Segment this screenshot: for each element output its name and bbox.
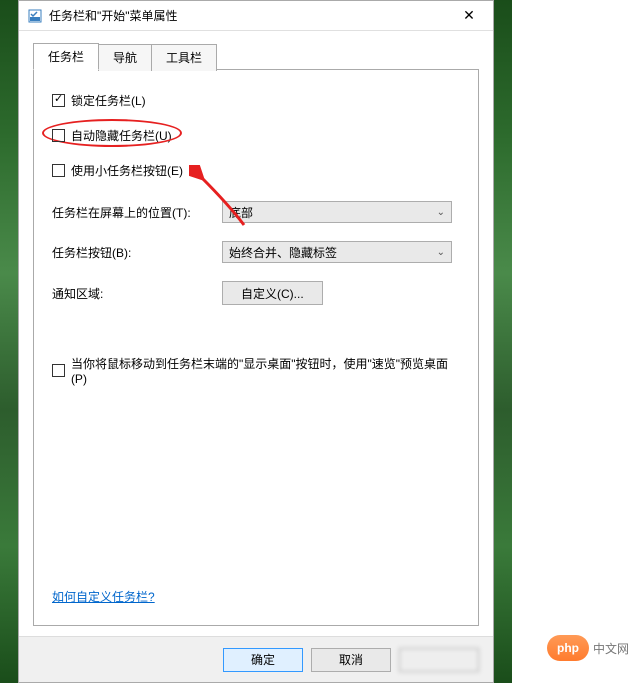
cancel-button[interactable]: 取消 bbox=[311, 648, 391, 672]
watermark: php 中文网 bbox=[547, 635, 629, 661]
checkbox-lock-taskbar[interactable] bbox=[52, 94, 65, 107]
customize-notify-button[interactable]: 自定义(C)... bbox=[222, 281, 323, 305]
tab-taskbar[interactable]: 任务栏 bbox=[33, 43, 99, 70]
dropdown-taskbar-position[interactable]: 底部 ⌄ bbox=[222, 201, 452, 223]
dropdown-value: 底部 bbox=[229, 204, 253, 221]
window-icon bbox=[27, 8, 43, 24]
field-label-buttons: 任务栏按钮(B): bbox=[52, 244, 222, 261]
titlebar-title: 任务栏和"开始"菜单属性 bbox=[49, 7, 449, 24]
checkbox-label[interactable]: 当你将鼠标移动到任务栏末端的"显示桌面"按钮时，使用"速览"预览桌面(P) bbox=[71, 355, 462, 386]
checkbox-row-autohide: 自动隐藏任务栏(U) bbox=[52, 127, 462, 144]
dropdown-taskbar-buttons[interactable]: 始终合并、隐藏标签 ⌄ bbox=[222, 241, 452, 263]
field-row-notify: 通知区域: 自定义(C)... bbox=[52, 281, 462, 305]
dialog-footer: 确定 取消 bbox=[19, 636, 493, 682]
help-link-customize-taskbar[interactable]: 如何自定义任务栏? bbox=[52, 588, 155, 605]
field-row-position: 任务栏在屏幕上的位置(T): 底部 ⌄ bbox=[52, 201, 462, 223]
checkbox-label[interactable]: 使用小任务栏按钮(E) bbox=[71, 162, 183, 179]
close-button[interactable]: ✕ bbox=[449, 3, 489, 29]
checkbox-row-lock: 锁定任务栏(L) bbox=[52, 92, 462, 109]
field-label-position: 任务栏在屏幕上的位置(T): bbox=[52, 204, 222, 221]
tab-content: 锁定任务栏(L) 自动隐藏任务栏(U) 使用小任务栏按钮(E) bbox=[33, 69, 479, 626]
ok-button[interactable]: 确定 bbox=[223, 648, 303, 672]
dropdown-value: 始终合并、隐藏标签 bbox=[229, 244, 337, 261]
tab-label: 任务栏 bbox=[48, 50, 84, 64]
checkbox-row-smallbuttons: 使用小任务栏按钮(E) bbox=[52, 162, 462, 179]
tab-navigation[interactable]: 导航 bbox=[98, 44, 152, 71]
tab-toolbars[interactable]: 工具栏 bbox=[151, 44, 217, 71]
tabs: 任务栏 导航 工具栏 bbox=[33, 43, 479, 70]
taskbar-properties-dialog: 任务栏和"开始"菜单属性 ✕ 任务栏 导航 工具栏 锁定任务栏(L) 自动隐藏任… bbox=[18, 0, 494, 683]
apply-button-blurred[interactable] bbox=[399, 648, 479, 672]
field-row-buttons: 任务栏按钮(B): 始终合并、隐藏标签 ⌄ bbox=[52, 241, 462, 263]
watermark-text: 中文网 bbox=[593, 640, 629, 657]
titlebar[interactable]: 任务栏和"开始"菜单属性 ✕ bbox=[19, 1, 493, 31]
dialog-body: 任务栏 导航 工具栏 锁定任务栏(L) 自动隐藏任务栏(U) 使用小任务栏按钮(… bbox=[19, 31, 493, 636]
chevron-down-icon: ⌄ bbox=[437, 247, 445, 258]
button-label: 确定 bbox=[251, 651, 275, 668]
chevron-down-icon: ⌄ bbox=[437, 207, 445, 218]
desktop-bg-left bbox=[0, 0, 18, 683]
checkbox-label[interactable]: 锁定任务栏(L) bbox=[71, 92, 146, 109]
desktop-bg-right bbox=[494, 0, 512, 683]
checkbox-small-buttons[interactable] bbox=[52, 164, 65, 177]
button-label: 取消 bbox=[339, 651, 363, 668]
checkbox-label[interactable]: 自动隐藏任务栏(U) bbox=[71, 127, 172, 144]
tab-label: 导航 bbox=[113, 51, 137, 65]
checkbox-autohide-taskbar[interactable] bbox=[52, 129, 65, 142]
button-label: 自定义(C)... bbox=[241, 285, 304, 302]
tab-label: 工具栏 bbox=[166, 51, 202, 65]
checkbox-row-preview: 当你将鼠标移动到任务栏末端的"显示桌面"按钮时，使用"速览"预览桌面(P) bbox=[52, 355, 462, 386]
checkbox-peek-preview[interactable] bbox=[52, 364, 65, 377]
close-icon: ✕ bbox=[463, 7, 475, 24]
field-label-notify: 通知区域: bbox=[52, 285, 222, 302]
watermark-logo: php bbox=[547, 635, 589, 661]
